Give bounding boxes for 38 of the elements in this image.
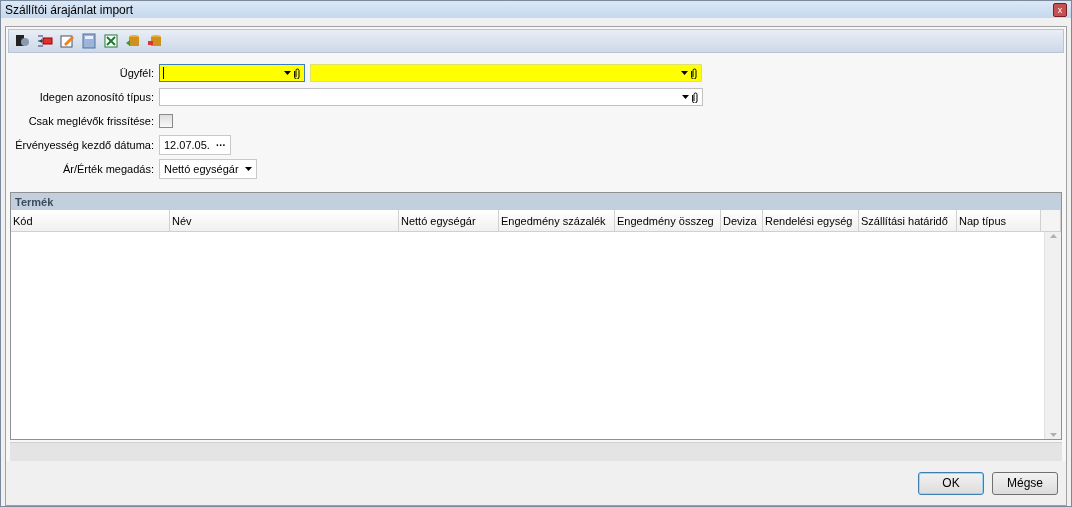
column-header[interactable]: Név	[170, 210, 399, 232]
column-header[interactable]: Rendelési egység	[763, 210, 859, 232]
field-label: Érvényesség kezdő dátuma:	[14, 139, 154, 151]
spreadsheet-icon[interactable]	[103, 33, 119, 49]
dropdown-arrow-icon[interactable]	[244, 167, 252, 171]
column-header[interactable]: Engedmény összeg	[615, 210, 721, 232]
field-label: Ügyfél:	[118, 67, 154, 79]
edit-icon[interactable]	[59, 33, 75, 49]
combo-field[interactable]	[159, 64, 305, 82]
dropdown-arrow-icon[interactable]	[682, 95, 689, 99]
combo-field[interactable]	[159, 88, 703, 106]
field-label: Csak meglévők frissítése:	[27, 115, 154, 127]
exit-icon[interactable]	[37, 33, 53, 49]
select-field[interactable]: Nettó egységár	[159, 159, 257, 179]
column-header[interactable]: Deviza	[721, 210, 763, 232]
column-header[interactable]: Nap típus	[957, 210, 1041, 232]
database-icon[interactable]	[125, 33, 141, 49]
close-button[interactable]: x	[1053, 2, 1067, 17]
date-field[interactable]: 12.07.05. ···	[159, 135, 231, 155]
window-title: Szállítói árajánlat import	[5, 2, 134, 17]
column-header[interactable]: Kód	[11, 210, 170, 232]
column-header[interactable]: Nettó egységár	[399, 210, 499, 232]
paperclip-icon[interactable]	[691, 67, 698, 79]
database-icon[interactable]	[147, 33, 163, 49]
column-header[interactable]: Szállítási határidő	[859, 210, 957, 232]
field-label: Idegen azonosító típus:	[38, 91, 154, 103]
dialog-button[interactable]: OK	[918, 471, 984, 495]
checkbox[interactable]	[159, 114, 173, 128]
paperclip-icon[interactable]	[692, 91, 699, 103]
dialog-button[interactable]: Mégse	[992, 471, 1058, 495]
report-icon[interactable]	[15, 33, 31, 49]
group-header: Termék	[11, 193, 1061, 210]
calculator-icon[interactable]	[81, 33, 97, 49]
paperclip-icon[interactable]	[294, 67, 301, 79]
dropdown-arrow-icon[interactable]	[284, 71, 291, 75]
field-label: Ár/Érték megadás:	[61, 163, 154, 175]
column-header[interactable]: Engedmény százalék	[499, 210, 615, 232]
dropdown-arrow-icon[interactable]	[681, 71, 688, 75]
